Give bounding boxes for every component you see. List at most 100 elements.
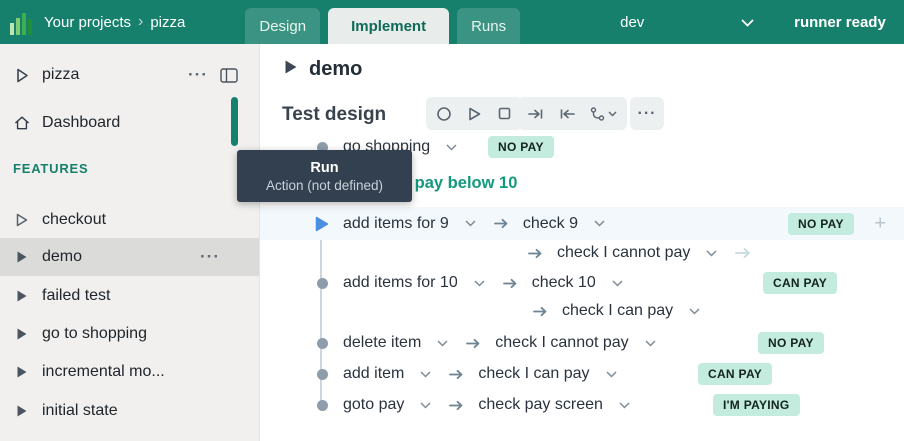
breadcrumb: Your projects › pizza bbox=[44, 13, 185, 31]
sidebar-item-label: Dashboard bbox=[42, 114, 120, 132]
record-icon[interactable] bbox=[436, 106, 452, 122]
project-more-icon[interactable]: ··· bbox=[188, 65, 208, 85]
chevron-down-icon bbox=[741, 14, 754, 31]
feature-label: incremental mo... bbox=[42, 363, 165, 381]
step-action-label[interactable]: add items for 10 bbox=[343, 274, 458, 292]
sidebar-item-checkout[interactable]: checkout bbox=[0, 201, 259, 239]
sidebar-item-initial-state[interactable]: initial state bbox=[0, 392, 259, 430]
run-project-icon[interactable] bbox=[14, 68, 30, 83]
runner-status: runner ready bbox=[794, 14, 886, 31]
check-arrow-icon bbox=[494, 218, 510, 229]
feature-label: initial state bbox=[42, 402, 118, 420]
stop-icon[interactable] bbox=[497, 106, 512, 121]
feature-more-icon[interactable]: ··· bbox=[200, 247, 220, 267]
test-step-row: add items for 10 check 10 CAN PAY bbox=[260, 268, 904, 298]
tab-design[interactable]: Design bbox=[245, 8, 320, 44]
status-badge: CAN PAY bbox=[698, 363, 772, 385]
play-icon[interactable] bbox=[467, 106, 482, 122]
step-action-label[interactable]: goto pay bbox=[343, 396, 404, 414]
status-badge: I'M PAYING bbox=[713, 394, 800, 416]
page-title: Test design bbox=[282, 104, 386, 126]
add-step-icon[interactable]: + bbox=[874, 212, 886, 235]
check-arrow-icon bbox=[466, 338, 482, 349]
check-arrow-icon bbox=[533, 306, 549, 317]
top-bar: Your projects › pizza Design Implement R… bbox=[0, 0, 904, 44]
step-dot bbox=[314, 400, 330, 411]
status-badge: NO PAY bbox=[758, 332, 824, 354]
toolbar-more-button[interactable]: ··· bbox=[630, 97, 664, 130]
project-name[interactable]: pizza bbox=[42, 66, 79, 84]
test-check-row: check I can pay bbox=[260, 296, 904, 326]
branch-dropdown[interactable]: dev bbox=[620, 14, 754, 31]
sidebar-item-demo[interactable]: demo ··· bbox=[0, 238, 259, 276]
run-tooltip: Run Action (not defined) bbox=[237, 150, 412, 202]
feature-label: checkout bbox=[42, 211, 106, 229]
branch-flow-icon[interactable] bbox=[590, 107, 617, 121]
feature-label: failed test bbox=[42, 287, 110, 305]
add-check-ghost-arrow-icon[interactable] bbox=[735, 247, 753, 259]
chevron-down-icon[interactable] bbox=[465, 220, 476, 227]
chevron-down-icon[interactable] bbox=[420, 371, 431, 378]
step-check-label[interactable]: check pay screen bbox=[478, 396, 603, 414]
step-action-label[interactable]: add items for 9 bbox=[343, 215, 449, 233]
step-check-label[interactable]: check I can pay bbox=[478, 365, 589, 383]
app-logo-icon bbox=[10, 9, 34, 35]
step-check-label[interactable]: check I can pay bbox=[562, 302, 673, 320]
tab-runs[interactable]: Runs bbox=[457, 8, 520, 44]
chevron-down-icon[interactable] bbox=[619, 402, 630, 409]
tooltip-title: Run bbox=[310, 160, 338, 176]
chevron-down-icon[interactable] bbox=[606, 371, 617, 378]
chevron-down-icon[interactable] bbox=[645, 340, 656, 347]
home-icon bbox=[14, 115, 30, 131]
sidebar-item-failed-test[interactable]: failed test bbox=[0, 277, 259, 315]
breadcrumb-current-project[interactable]: pizza bbox=[150, 14, 185, 31]
step-dot bbox=[314, 369, 330, 380]
sidebar-item-go-to-shopping[interactable]: go to shopping bbox=[0, 315, 259, 353]
step-check-label[interactable]: check 9 bbox=[523, 215, 578, 233]
sidebar-item-incremental[interactable]: incremental mo... bbox=[0, 353, 259, 391]
chevron-down-icon[interactable] bbox=[594, 220, 605, 227]
chevron-down-icon[interactable] bbox=[420, 402, 431, 409]
tab-implement[interactable]: Implement bbox=[328, 8, 449, 44]
test-title-row: demo bbox=[284, 58, 362, 81]
step-check-label[interactable]: check I cannot pay bbox=[557, 244, 690, 262]
status-badge: NO PAY bbox=[788, 213, 854, 235]
run-test-icon[interactable] bbox=[284, 59, 298, 80]
step-to-end-icon[interactable] bbox=[528, 107, 544, 121]
chevron-down-icon[interactable] bbox=[689, 308, 700, 315]
play-icon bbox=[14, 327, 30, 341]
check-arrow-icon bbox=[449, 369, 465, 380]
branch-dropdown-value: dev bbox=[620, 14, 644, 31]
collapse-sidebar-icon[interactable] bbox=[220, 68, 238, 83]
feature-label: go to shopping bbox=[42, 325, 147, 343]
play-icon bbox=[14, 289, 30, 303]
breadcrumb-projects-link[interactable]: Your projects bbox=[44, 14, 131, 31]
check-arrow-icon bbox=[503, 278, 519, 289]
chevron-down-icon[interactable] bbox=[612, 280, 623, 287]
sidebar-item-dashboard[interactable]: Dashboard bbox=[0, 106, 259, 140]
tooltip-subtitle: Action (not defined) bbox=[266, 178, 383, 193]
check-arrow-icon bbox=[528, 248, 544, 259]
test-step-row: add item check I can pay CAN PAY bbox=[260, 359, 904, 389]
sidebar-scrollbar-thumb[interactable] bbox=[231, 97, 238, 146]
step-check-label[interactable]: check I cannot pay bbox=[495, 334, 628, 352]
features-section-label: FEATURES bbox=[13, 161, 89, 176]
step-to-start-icon[interactable] bbox=[559, 107, 575, 121]
test-step-row-active: add items for 9 check 9 NO PAY + bbox=[260, 207, 904, 240]
step-check-label[interactable]: check 10 bbox=[532, 274, 596, 292]
chevron-down-icon[interactable] bbox=[706, 250, 717, 257]
test-step-row: delete item check I cannot pay NO PAY bbox=[260, 328, 904, 358]
project-header-row: pizza ··· bbox=[0, 58, 259, 92]
play-icon bbox=[14, 404, 30, 418]
chevron-down-icon[interactable] bbox=[446, 144, 457, 151]
chevron-down-icon[interactable] bbox=[437, 340, 448, 347]
chevron-down-icon[interactable] bbox=[474, 280, 485, 287]
mode-tabs: Design Implement Runs bbox=[245, 8, 520, 44]
sidebar: pizza ··· Dashboard FEATURES checkout de bbox=[0, 44, 260, 441]
breadcrumb-separator: › bbox=[138, 13, 143, 31]
test-title: demo bbox=[309, 58, 362, 81]
run-step-button[interactable] bbox=[314, 216, 330, 232]
step-action-label[interactable]: delete item bbox=[343, 334, 421, 352]
play-icon bbox=[14, 365, 30, 379]
step-action-label[interactable]: add item bbox=[343, 365, 404, 383]
